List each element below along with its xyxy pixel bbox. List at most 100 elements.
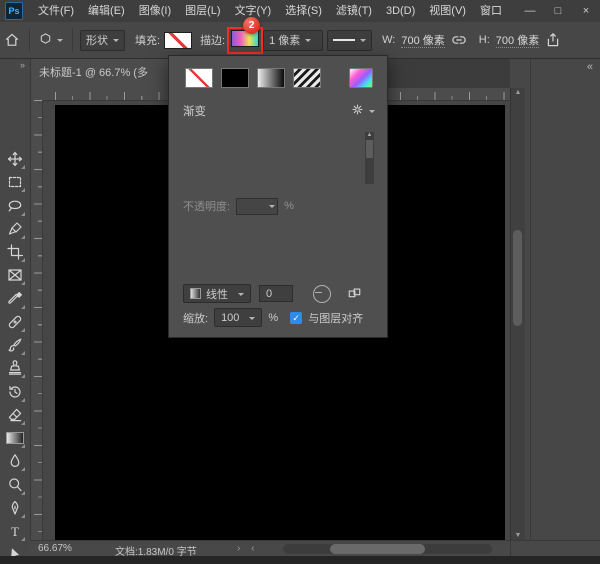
menu-item-3[interactable]: 图层(L) <box>178 0 227 22</box>
stroke-width-select[interactable]: 1 像素 <box>263 30 323 51</box>
brush-tool[interactable] <box>4 334 26 356</box>
solid-color-button[interactable] <box>221 68 249 88</box>
scale-select[interactable]: 100 <box>214 308 262 327</box>
toolbar-collapse-button[interactable]: » <box>0 58 30 72</box>
dock-collapse-button[interactable]: « <box>531 58 600 76</box>
tool-preset-dropdown[interactable] <box>39 32 63 48</box>
brush-icon <box>7 337 23 353</box>
menu-item-5[interactable]: 选择(S) <box>278 0 329 22</box>
vertical-ruler[interactable] <box>30 100 43 540</box>
crop-icon <box>7 244 23 260</box>
angle-input[interactable]: 0 <box>259 285 293 302</box>
frame-icon <box>7 267 23 283</box>
zoom-level[interactable]: 66.67% <box>38 543 72 554</box>
rectangular-marquee-tool[interactable] <box>4 171 26 193</box>
clone-stamp-tool[interactable] <box>4 357 26 379</box>
pen-tool[interactable] <box>4 497 26 519</box>
tool-mode-select[interactable]: 形状 <box>80 30 125 51</box>
dodge-tool[interactable] <box>4 474 26 496</box>
separator <box>29 28 30 52</box>
scale-unit: % <box>268 312 278 324</box>
line-style-preview <box>333 39 355 41</box>
scroll-up-icon[interactable]: ▲ <box>511 89 525 96</box>
angle-dial[interactable] <box>313 285 331 303</box>
menu-item-0[interactable]: 文件(F) <box>31 0 81 22</box>
photoshop-window: Ps 文件(F)编辑(E)图像(I)图层(L)文字(Y)选择(S)滤镜(T)3D… <box>0 0 600 564</box>
eyedropper-tool[interactable] <box>4 288 26 310</box>
vertical-scrollbar[interactable]: ▲ ▼ <box>510 88 525 540</box>
no-color-button[interactable] <box>185 68 213 88</box>
gradient-style-row: 线性 0 <box>183 284 362 303</box>
maximize-button[interactable]: □ <box>544 0 572 22</box>
move-tool[interactable] <box>4 148 26 170</box>
vertical-scroll-thumb[interactable] <box>513 230 522 326</box>
history-brush-tool[interactable] <box>4 381 26 403</box>
stroke-label: 描边: <box>200 32 225 48</box>
quick-selection-tool[interactable] <box>4 218 26 240</box>
presets-scroll-thumb[interactable] <box>366 140 373 158</box>
gear-icon[interactable] <box>351 103 375 119</box>
quick-selection-icon <box>7 221 23 237</box>
chevron-down-icon <box>249 317 255 323</box>
chevron-down-icon <box>57 39 63 45</box>
height-label: H: <box>479 34 490 46</box>
eyedropper-icon <box>7 291 23 307</box>
stroke-style-select[interactable] <box>327 30 372 51</box>
menu-item-2[interactable]: 图像(I) <box>132 0 178 22</box>
opacity-input[interactable] <box>236 198 278 215</box>
menu-item-6[interactable]: 滤镜(T) <box>329 0 379 22</box>
pattern-button[interactable] <box>293 68 321 88</box>
blur-tool[interactable] <box>4 450 26 472</box>
panel-dock: « <box>530 58 600 556</box>
gradient-style-select[interactable]: 线性 <box>183 284 251 303</box>
menu-item-7[interactable]: 3D(D) <box>379 0 422 22</box>
step-2-badge: 2 <box>243 17 260 34</box>
opacity-label: 不透明度: <box>183 198 230 214</box>
fill-swatch[interactable] <box>164 32 192 49</box>
width-label: W: <box>382 34 395 46</box>
menu-item-9[interactable]: 窗口 <box>473 0 509 22</box>
gradient-scale-row: 缩放: 100 % ✓ 与图层对齐 <box>183 308 363 327</box>
chevron-down-icon <box>305 39 311 45</box>
stroke-swatch-wrap: 2 <box>231 30 259 50</box>
lasso-tool[interactable] <box>4 195 26 217</box>
gradient-button[interactable] <box>257 68 285 88</box>
chevron-down-icon <box>369 110 375 116</box>
horizontal-scrollbar[interactable] <box>283 544 492 554</box>
fill-type-row <box>185 68 373 88</box>
gradient-tool-icon <box>6 432 24 444</box>
dodge-icon <box>7 477 23 493</box>
close-button[interactable]: × <box>572 0 600 22</box>
chevron-down-icon <box>269 205 275 211</box>
fill-label: 填充: <box>135 32 160 48</box>
align-checkbox[interactable]: ✓ <box>290 312 302 324</box>
menu-item-1[interactable]: 编辑(E) <box>81 0 132 22</box>
height-field[interactable]: 700 像素 <box>496 32 539 48</box>
export-icon[interactable] <box>545 32 561 48</box>
type-tool[interactable]: T <box>4 520 26 542</box>
crop-tool[interactable] <box>4 241 26 263</box>
horizontal-scroll-thumb[interactable] <box>330 544 425 554</box>
color-picker-button[interactable] <box>349 68 373 88</box>
opacity-unit: % <box>284 200 294 212</box>
separator <box>72 28 73 52</box>
gradient-presets <box>183 132 359 184</box>
reverse-icon[interactable] <box>347 286 362 301</box>
frame-tool[interactable] <box>4 264 26 286</box>
width-field[interactable]: 700 像素 <box>401 32 444 48</box>
healing-brush-icon <box>7 314 23 330</box>
healing-brush-tool[interactable] <box>4 311 26 333</box>
minimize-button[interactable]: — <box>516 0 544 22</box>
align-label: 与图层对齐 <box>308 310 363 326</box>
gradient-tool[interactable] <box>4 427 26 449</box>
eraser-icon <box>7 407 23 423</box>
scroll-up-icon[interactable]: ▲ <box>367 132 373 138</box>
presets-scrollbar[interactable]: ▲ <box>365 132 374 184</box>
chevron-down-icon <box>238 293 244 299</box>
menu-item-8[interactable]: 视图(V) <box>422 0 473 22</box>
scroll-down-icon[interactable]: ▼ <box>511 532 525 539</box>
status-flyout-arrows[interactable]: › ‹ <box>237 543 258 554</box>
home-icon[interactable] <box>4 32 20 48</box>
link-dimensions-icon[interactable] <box>451 32 467 48</box>
eraser-tool[interactable] <box>4 404 26 426</box>
